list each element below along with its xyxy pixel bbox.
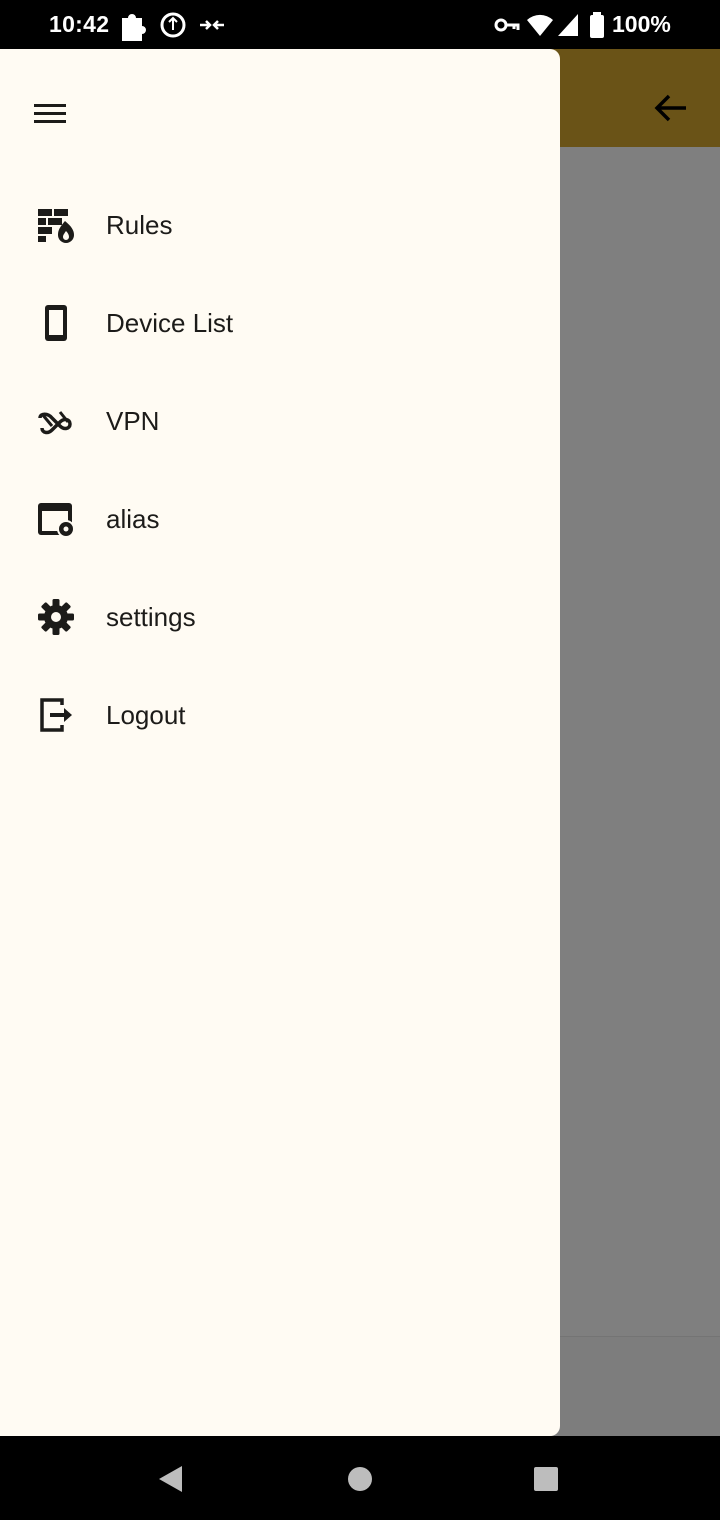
sync-icon [160, 12, 186, 38]
nav-item-rules[interactable]: Rules [0, 176, 560, 274]
home-circle-icon[interactable] [345, 1464, 375, 1494]
data-transfer-icon [200, 20, 224, 30]
puzzle-icon [122, 14, 146, 41]
battery-percent: 100% [612, 11, 671, 37]
back-triangle-icon[interactable] [156, 1464, 186, 1494]
hamburger-menu-icon[interactable] [30, 97, 70, 131]
vpn-key-icon [494, 18, 520, 32]
nav-item-device-list[interactable]: Device List [0, 274, 560, 372]
system-nav-bar [0, 1436, 720, 1520]
alias-settings-icon [38, 503, 75, 538]
nav-item-label: Rules [106, 210, 173, 240]
nav-item-alias[interactable]: alias [0, 470, 560, 568]
battery-icon [590, 12, 604, 38]
wifi-icon [527, 14, 553, 36]
nav-item-label: VPN [106, 406, 160, 436]
status-time: 10:42 [49, 11, 110, 37]
firewall-icon [38, 209, 74, 243]
nav-item-settings[interactable]: settings [0, 568, 560, 666]
signal-icon [558, 14, 578, 36]
status-bar: 10:42 100% [0, 0, 720, 49]
nav-item-logout[interactable]: Logout [0, 666, 560, 764]
nav-item-label: Device List [106, 308, 234, 338]
recents-square-icon[interactable] [531, 1464, 561, 1494]
phone-icon [45, 305, 67, 341]
nav-item-label: alias [106, 504, 160, 534]
nav-item-label: settings [106, 602, 196, 632]
logout-icon [40, 698, 72, 732]
vpn-icon [38, 411, 72, 435]
nav-item-vpn[interactable]: VPN [0, 372, 560, 470]
navigation-drawer: Rules Device List VPN alias settings Log… [0, 49, 560, 1436]
nav-item-label: Logout [106, 700, 186, 730]
gear-icon [38, 599, 74, 635]
